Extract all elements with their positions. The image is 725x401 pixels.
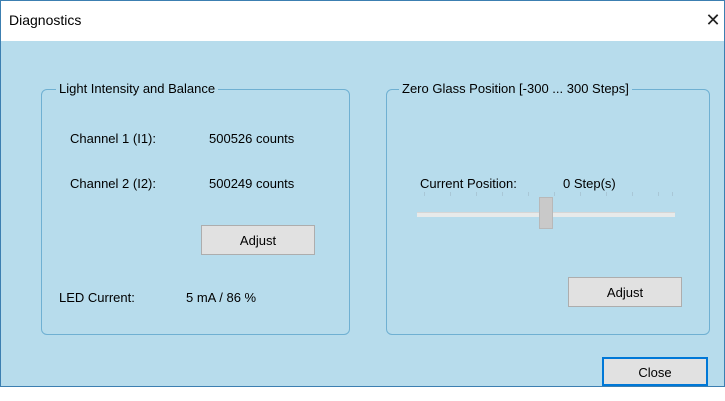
close-button[interactable]: Close: [602, 357, 708, 386]
channel1-value: 500526 counts: [209, 131, 295, 146]
channel1-label: Channel 1 (I1):: [70, 131, 156, 146]
zero-adjust-button[interactable]: Adjust: [568, 277, 682, 307]
led-current-label: LED Current:: [59, 290, 135, 305]
light-adjust-button[interactable]: Adjust: [201, 225, 315, 255]
diagnostics-dialog: Diagnostics ✕ Light Intensity and Balanc…: [0, 0, 725, 387]
light-intensity-group: Light Intensity and Balance Channel 1 (I…: [41, 81, 350, 335]
title-bar: Diagnostics ✕: [1, 1, 724, 41]
led-current-value: 5 mA / 86 %: [186, 290, 257, 305]
zero-glass-group: Zero Glass Position [-300 ... 300 Steps]…: [386, 81, 710, 335]
channel2-value: 500249 counts: [209, 176, 295, 191]
zero-glass-group-title: Zero Glass Position [-300 ... 300 Steps]: [399, 81, 632, 96]
slider-thumb[interactable]: [539, 197, 553, 229]
current-position-value: 0 Step(s): [563, 176, 616, 191]
channel2-label: Channel 2 (I2):: [70, 176, 156, 191]
close-icon[interactable]: ✕: [702, 9, 724, 33]
current-position-label: Current Position:: [420, 176, 517, 191]
light-intensity-group-title: Light Intensity and Balance: [56, 81, 219, 96]
dialog-title: Diagnostics: [9, 12, 82, 28]
